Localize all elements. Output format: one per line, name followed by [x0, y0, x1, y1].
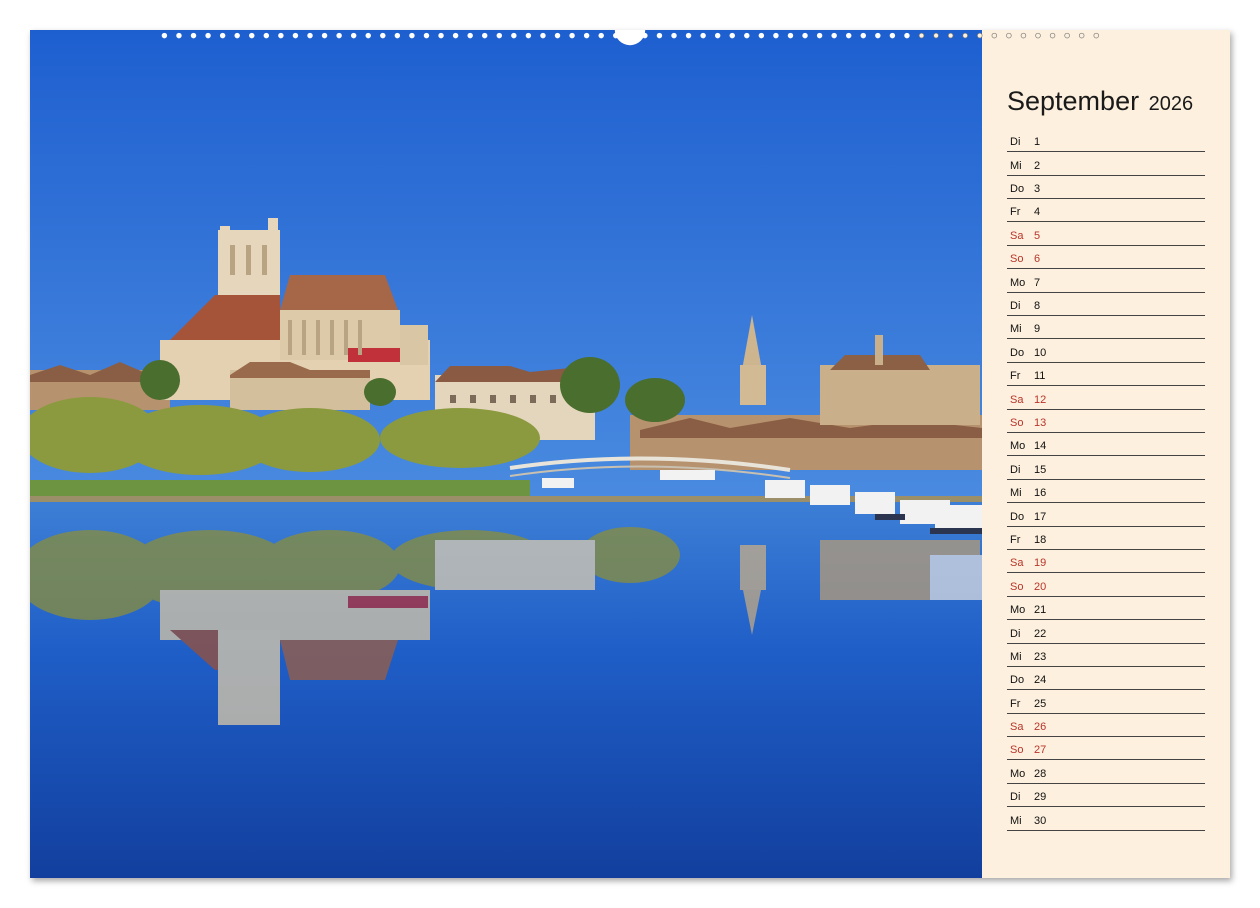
weekday-label: Do	[1010, 183, 1025, 196]
weekday-label: Di	[1010, 627, 1021, 640]
day-row: Do 10	[1007, 341, 1205, 363]
day-number: 18	[1034, 533, 1047, 546]
day-number: 10	[1034, 346, 1047, 359]
day-row: Di 15	[1007, 457, 1205, 480]
day-number: 24	[1034, 674, 1047, 687]
weekday-label: Di	[1010, 300, 1021, 313]
day-number: 19	[1034, 557, 1047, 570]
day-number: 27	[1034, 744, 1047, 757]
day-number: 6	[1034, 253, 1041, 266]
weekday-label: Fr	[1010, 206, 1021, 219]
calendar-page: September 2026 Di 1 Mi 2 Do 3 Fr 4 Sa 5 So 6 Mo 7 Di 8 M…	[30, 30, 1230, 878]
day-row: So 13	[1007, 411, 1205, 433]
day-number: 12	[1034, 393, 1047, 406]
day-row: Sa 12	[1007, 387, 1205, 410]
day-row: Sa 5	[1007, 224, 1205, 246]
day-number: 14	[1034, 440, 1047, 453]
day-number: 17	[1034, 510, 1047, 523]
day-number: 11	[1034, 370, 1046, 383]
day-row: Mi 30	[1007, 808, 1205, 831]
weekday-label: So	[1010, 416, 1024, 429]
day-number: 29	[1034, 791, 1047, 804]
day-number: 20	[1034, 580, 1047, 593]
calendar-panel: September 2026 Di 1 Mi 2 Do 3 Fr 4 Sa 5 So 6 Mo 7 Di 8 M…	[982, 30, 1230, 878]
day-row: Di 29	[1007, 785, 1205, 808]
cathedral-river-photo	[30, 30, 982, 878]
day-row: Di 22	[1007, 621, 1205, 644]
weekday-label: Di	[1010, 463, 1021, 476]
weekday-label: Do	[1010, 346, 1025, 359]
weekday-label: Do	[1010, 674, 1025, 687]
day-row: So 6	[1007, 247, 1205, 270]
weekday-label: So	[1010, 744, 1024, 757]
day-number: 4	[1034, 206, 1041, 219]
day-number: 21	[1034, 604, 1047, 617]
day-row: Mi 9	[1007, 317, 1205, 340]
weekday-label: So	[1010, 580, 1024, 593]
day-number: 22	[1034, 627, 1047, 640]
day-number: 15	[1034, 463, 1047, 476]
weekday-label: Do	[1010, 510, 1025, 523]
day-row: Do 3	[1007, 177, 1205, 200]
day-number: 16	[1034, 487, 1047, 500]
day-list: Di 1 Mi 2 Do 3 Fr 4 Sa 5 So 6 Mo 7 Di 8 Mi 9 Do 10 Fr 11 Sa 12 S…	[1007, 130, 1205, 832]
year: 2026	[1148, 93, 1194, 115]
day-row: Mi 2	[1007, 153, 1205, 176]
day-row: Sa 19	[1007, 551, 1205, 574]
weekday-label: Mo	[1010, 440, 1026, 453]
weekday-label: Sa	[1010, 557, 1024, 570]
day-row: Do 17	[1007, 504, 1205, 527]
weekday-label: Fr	[1010, 370, 1021, 383]
weekday-label: Mo	[1010, 767, 1026, 780]
day-row: Di 1	[1007, 130, 1205, 153]
day-number: 28	[1034, 767, 1047, 780]
day-row: Mo 7	[1007, 270, 1205, 293]
day-row: Sa 26	[1007, 715, 1205, 738]
day-number: 7	[1034, 276, 1041, 289]
weekday-label: Fr	[1010, 533, 1021, 546]
weekday-label: Mo	[1010, 604, 1026, 617]
weekday-label: Sa	[1010, 393, 1024, 406]
day-row: Mi 16	[1007, 481, 1205, 504]
weekday-label: Di	[1010, 136, 1021, 149]
weekday-label: Mi	[1010, 159, 1022, 172]
day-number: 30	[1034, 814, 1047, 827]
weekday-label: Sa	[1010, 229, 1024, 242]
day-number: 25	[1034, 697, 1047, 710]
day-number: 23	[1034, 650, 1047, 663]
weekday-label: Mi	[1010, 650, 1022, 663]
day-number: 8	[1034, 300, 1041, 313]
day-row: Fr 4	[1007, 200, 1205, 223]
day-number: 3	[1034, 183, 1041, 196]
day-row: Mo 28	[1007, 762, 1205, 784]
day-row: So 27	[1007, 738, 1205, 761]
day-number: 9	[1034, 323, 1041, 336]
weekday-label: Di	[1010, 791, 1021, 804]
weekday-label: Mo	[1010, 276, 1026, 289]
day-number: 13	[1034, 416, 1047, 429]
day-number: 5	[1034, 229, 1041, 242]
day-row: Fr 11	[1007, 364, 1205, 387]
month-name: September	[1007, 86, 1140, 116]
month-title: September 2026	[1007, 86, 1193, 117]
day-row: Fr 25	[1007, 691, 1205, 714]
day-row: Mo 14	[1007, 434, 1205, 457]
day-row: Do 24	[1007, 668, 1205, 691]
day-number: 1	[1034, 136, 1041, 149]
day-row: So 20	[1007, 574, 1205, 597]
day-row: Mi 23	[1007, 645, 1205, 667]
weekday-label: Mi	[1010, 487, 1022, 500]
weekday-label: Mi	[1010, 323, 1022, 336]
weekday-label: Sa	[1010, 721, 1024, 734]
day-row: Fr 18	[1007, 528, 1205, 550]
day-number: 2	[1034, 159, 1041, 172]
day-row: Di 8	[1007, 294, 1205, 317]
day-number: 26	[1034, 721, 1047, 734]
weekday-label: So	[1010, 253, 1024, 266]
weekday-label: Mi	[1010, 814, 1022, 827]
weekday-label: Fr	[1010, 697, 1021, 710]
day-row: Mo 21	[1007, 598, 1205, 621]
